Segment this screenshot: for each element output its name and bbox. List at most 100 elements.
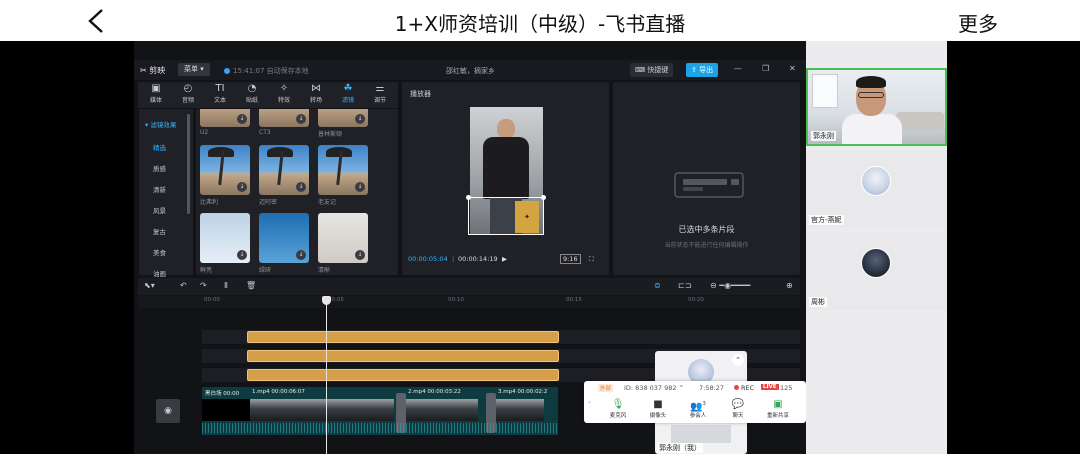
clip-frame (226, 399, 250, 421)
sticker-clip[interactable] (247, 331, 559, 343)
category-item[interactable]: 风景 (153, 205, 166, 215)
select-tool-icon[interactable]: ⬉▾ (144, 281, 155, 290)
chat-button[interactable]: 💬 聊天 (722, 398, 754, 419)
tab-filter[interactable]: ☘ 滤镜 (334, 82, 362, 104)
participant-name: 郭永刚 (811, 131, 836, 141)
maximize-icon[interactable]: ❐ (762, 64, 769, 73)
player-total-time: 00:00:14:19 (458, 255, 498, 263)
sticker-clip[interactable] (247, 350, 559, 362)
zoom-fit-icon[interactable]: ⊕ (786, 281, 793, 290)
tab-sticker[interactable]: ◔ 贴纸 (238, 82, 266, 104)
export-label: 导出 (699, 66, 714, 74)
main-video-track[interactable]: 黑白场 00:00 1.mp4 00:00:06:07 2.mp4 00:00:… (202, 387, 558, 435)
play-icon[interactable]: ▶ (502, 255, 507, 263)
undo-icon[interactable]: ↶ (180, 281, 187, 290)
tab-label: 贴纸 (245, 97, 258, 104)
fullscreen-icon[interactable]: ⛶ (589, 255, 594, 264)
tab-effects[interactable]: ✧ 特效 (270, 82, 298, 104)
share-screen-button[interactable]: ▣ 重新共享 (762, 398, 794, 419)
cover-button[interactable]: ◉ (156, 399, 180, 423)
tab-text[interactable]: TI 文本 (206, 82, 234, 104)
filter-thumb[interactable]: ↓ (318, 213, 368, 263)
participant-tile-speaker[interactable]: 郭永刚 (806, 68, 947, 146)
filter-thumb[interactable]: ↓ (259, 213, 309, 263)
text-icon: TI (215, 83, 225, 94)
tab-label: 特效 (277, 97, 290, 104)
category-item[interactable]: 清新 (153, 184, 166, 194)
category-scrollbar[interactable] (187, 114, 190, 214)
menu-button[interactable]: 菜单 ▾ (178, 63, 210, 76)
camera-button[interactable]: ■ 摄像头 (642, 398, 674, 419)
properties-title: 已选中多条片段 (678, 225, 735, 234)
tab-transition[interactable]: ⋈ 转场 (302, 82, 330, 104)
top-bar: 1+X师资培训（中级）-飞书直播 更多 (0, 0, 1080, 41)
meeting-id[interactable]: ID: 838 037 982 ⌃ (624, 384, 684, 392)
filter-thumb[interactable]: ↓ (259, 145, 309, 195)
tab-label: 文本 (213, 97, 226, 104)
tab-audio[interactable]: ◴ 音频 (174, 82, 202, 104)
sticker-clip[interactable] (247, 369, 559, 381)
category-item[interactable]: 质感 (153, 163, 166, 173)
filter-thumb[interactable]: ↓ (200, 109, 250, 127)
control-label: 重新共享 (766, 413, 789, 419)
participant-tile[interactable]: 官方-燕妮 (806, 150, 947, 228)
filter-thumb[interactable]: ↓ (200, 145, 250, 195)
participant-tile[interactable]: 周彬 (806, 232, 947, 310)
participants-button[interactable]: 👥3 参会人 (682, 398, 714, 419)
microphone-button[interactable]: 🎙 麦克风 (602, 398, 634, 419)
export-button[interactable]: ⇪ 导出 (686, 63, 719, 77)
control-label: 参会人 (689, 413, 707, 419)
download-icon: ↓ (355, 114, 365, 124)
category-item[interactable]: 复古 (153, 226, 166, 236)
project-name: 邵红敏，摘家乡 (446, 67, 495, 75)
rec-status[interactable]: REC (734, 384, 754, 392)
filter-thumb[interactable]: ↓ (259, 109, 309, 127)
autosave-icon (224, 68, 230, 74)
link-icon[interactable]: ⊏⊐ (678, 281, 691, 290)
download-icon: ↓ (355, 250, 365, 260)
playhead[interactable] (326, 296, 327, 454)
more-button[interactable]: 更多 (958, 8, 998, 37)
external-tag: 外部 (598, 384, 614, 392)
category-item[interactable]: 油画 (153, 268, 166, 278)
delete-icon[interactable]: 🗑 (246, 281, 256, 290)
filter-thumb[interactable]: ↓ (200, 213, 250, 263)
clip-frame (346, 399, 370, 421)
meeting-control-bar: 外部 ID: 838 037 982 ⌃ 7:58:27 REC LIVE 12… (584, 381, 806, 423)
zoom-out-icon[interactable]: ⊖ ━◉━━━━ (710, 281, 750, 290)
person-graphic (483, 137, 529, 199)
filter-thumb[interactable]: ↓ (318, 109, 368, 127)
media-icon: ▣ (151, 83, 161, 94)
redo-icon[interactable]: ↷ (200, 281, 207, 290)
chevron-up-icon[interactable]: ⌃ (732, 354, 744, 366)
player-current-time: 00:00:05:04 (408, 255, 448, 263)
ratio-button[interactable]: 9:16 (560, 254, 581, 264)
tab-adjust[interactable]: ⚌ 调节 (366, 82, 394, 104)
shortcut-button[interactable]: ⌨ 快捷键 (630, 63, 674, 77)
chevron-down-icon[interactable]: ⌄ (587, 398, 592, 405)
sticker-icon: ◔ (247, 83, 257, 94)
split-icon[interactable]: Ⅱ (224, 281, 228, 290)
tab-media[interactable]: ▣ 媒体 (142, 82, 170, 104)
resize-handle[interactable] (466, 195, 471, 200)
filter-label: 比弗利 (200, 199, 219, 206)
close-icon[interactable]: ✕ (789, 64, 796, 73)
filter-thumb[interactable]: ↓ (318, 145, 368, 195)
camera-icon: ■ (653, 399, 663, 410)
tab-label: 调节 (373, 97, 386, 104)
category-item[interactable]: 美食 (153, 247, 166, 257)
minimize-icon[interactable]: — (734, 64, 742, 73)
audio-icon: ◴ (183, 83, 193, 94)
filter-label: 清晰 (318, 267, 331, 274)
clip-frame (298, 399, 322, 421)
category-header[interactable]: ▾ 滤镜效果 (145, 119, 176, 129)
playhead-handle[interactable] (322, 296, 331, 305)
selection-box[interactable]: ✦ (468, 197, 544, 235)
live-badge[interactable]: LIVE (761, 384, 779, 390)
resize-handle[interactable] (541, 195, 546, 200)
clip-frame (496, 399, 520, 421)
magnet-icon[interactable]: ⊜ (654, 281, 661, 290)
category-item[interactable]: 精选 (153, 142, 166, 152)
letterbox-right (947, 41, 1080, 454)
timeline-ruler[interactable]: 00:00 00:05 00:10 00:15 00:20 (138, 296, 800, 308)
